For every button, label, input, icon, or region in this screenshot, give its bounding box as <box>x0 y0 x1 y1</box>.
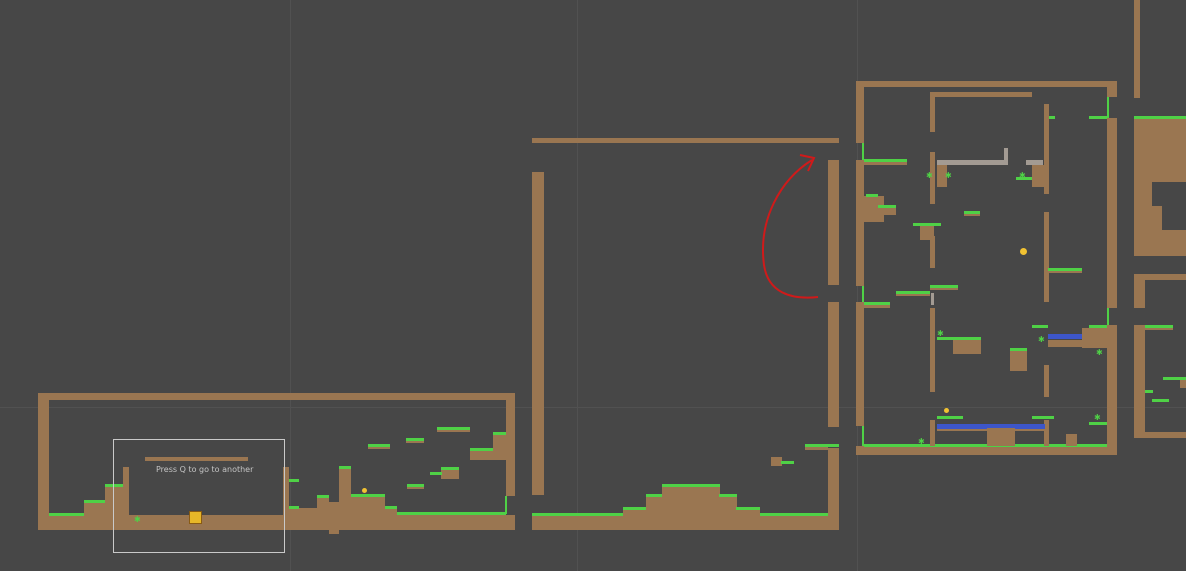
sprout-icon: ✱ <box>1096 348 1103 357</box>
grass-platform <box>878 205 896 208</box>
sprout-icon: ✱ <box>945 171 952 180</box>
coin-icon[interactable] <box>944 408 949 413</box>
key-icon[interactable] <box>931 293 934 305</box>
left-wall-upper <box>856 81 864 143</box>
grass-platform <box>1049 116 1055 119</box>
dirt-block <box>1180 380 1186 388</box>
dirt-block <box>878 207 896 215</box>
sprout-icon: ✱ <box>918 437 925 446</box>
grass-edge <box>1107 308 1109 325</box>
grass-edge <box>862 143 864 160</box>
dirt-platform <box>1145 328 1173 330</box>
sprout-icon: ✱ <box>937 329 944 338</box>
dirt-block <box>1032 165 1044 187</box>
grass-edge <box>862 426 864 446</box>
sprout-icon: ✱ <box>926 171 933 180</box>
right-wall-lower <box>1107 325 1117 455</box>
grass-platform <box>1089 116 1107 119</box>
dirt-block <box>1066 434 1077 446</box>
sprout-icon: ✱ <box>1038 335 1045 344</box>
grass-platform <box>1032 325 1048 328</box>
sprout-icon: ✱ <box>1019 171 1026 180</box>
dirt-block <box>953 340 981 354</box>
wall <box>1134 274 1145 308</box>
sprout-icon: ✱ <box>1094 413 1101 422</box>
wall <box>1134 0 1140 98</box>
grass-platform <box>1089 422 1107 425</box>
inner-wall <box>930 420 935 446</box>
dirt-platform <box>964 214 980 216</box>
inner-wall <box>930 92 935 132</box>
grass-platform <box>1152 399 1169 402</box>
grass-platform <box>937 416 963 419</box>
stone-post <box>1004 148 1008 162</box>
grass-platform <box>1145 390 1153 393</box>
left-wall-middle <box>856 160 864 286</box>
floor <box>1134 432 1186 438</box>
scene-view[interactable]: ✱ Press Q to go to another ✱ ✱ ✱ ✱ ✱ ✱ ✱… <box>0 0 1186 571</box>
dirt-platform <box>864 162 907 165</box>
grass-edge <box>1107 97 1109 118</box>
grass-platform <box>1032 416 1054 419</box>
floor <box>856 446 1117 455</box>
inner-wall <box>930 236 935 268</box>
dirt-block <box>1134 118 1186 182</box>
arrow-curve <box>762 159 819 299</box>
grass-strip <box>1134 116 1186 119</box>
dirt-block <box>1082 328 1107 348</box>
grass-edge <box>862 286 864 302</box>
inner-wall <box>1044 365 1049 397</box>
dirt-block <box>987 428 1015 446</box>
stone-bridge <box>937 160 1008 165</box>
right-wall-top <box>1107 81 1117 97</box>
grass-platform <box>866 194 878 197</box>
dirt-block <box>1010 351 1027 371</box>
left-wall-lower <box>856 302 864 426</box>
coin-icon[interactable] <box>1020 248 1027 255</box>
dirt-step <box>1162 230 1186 256</box>
wall <box>1134 325 1145 438</box>
dirt-platform <box>864 305 890 308</box>
inner-wall <box>1044 212 1049 302</box>
right-wall-upper <box>1107 118 1117 308</box>
inner-wall <box>930 308 935 392</box>
dirt-block <box>1134 182 1152 256</box>
water-pool <box>1048 334 1082 339</box>
dirt-platform <box>930 288 958 290</box>
dirt-platform <box>1048 271 1082 273</box>
dirt-step <box>1152 206 1162 256</box>
dirt-block <box>920 226 934 240</box>
dirt-platform <box>1048 340 1084 347</box>
ceiling-wall <box>856 81 1117 87</box>
grass-platform <box>1089 325 1107 328</box>
dirt-platform <box>896 294 930 296</box>
inner-ceiling <box>930 92 1032 97</box>
